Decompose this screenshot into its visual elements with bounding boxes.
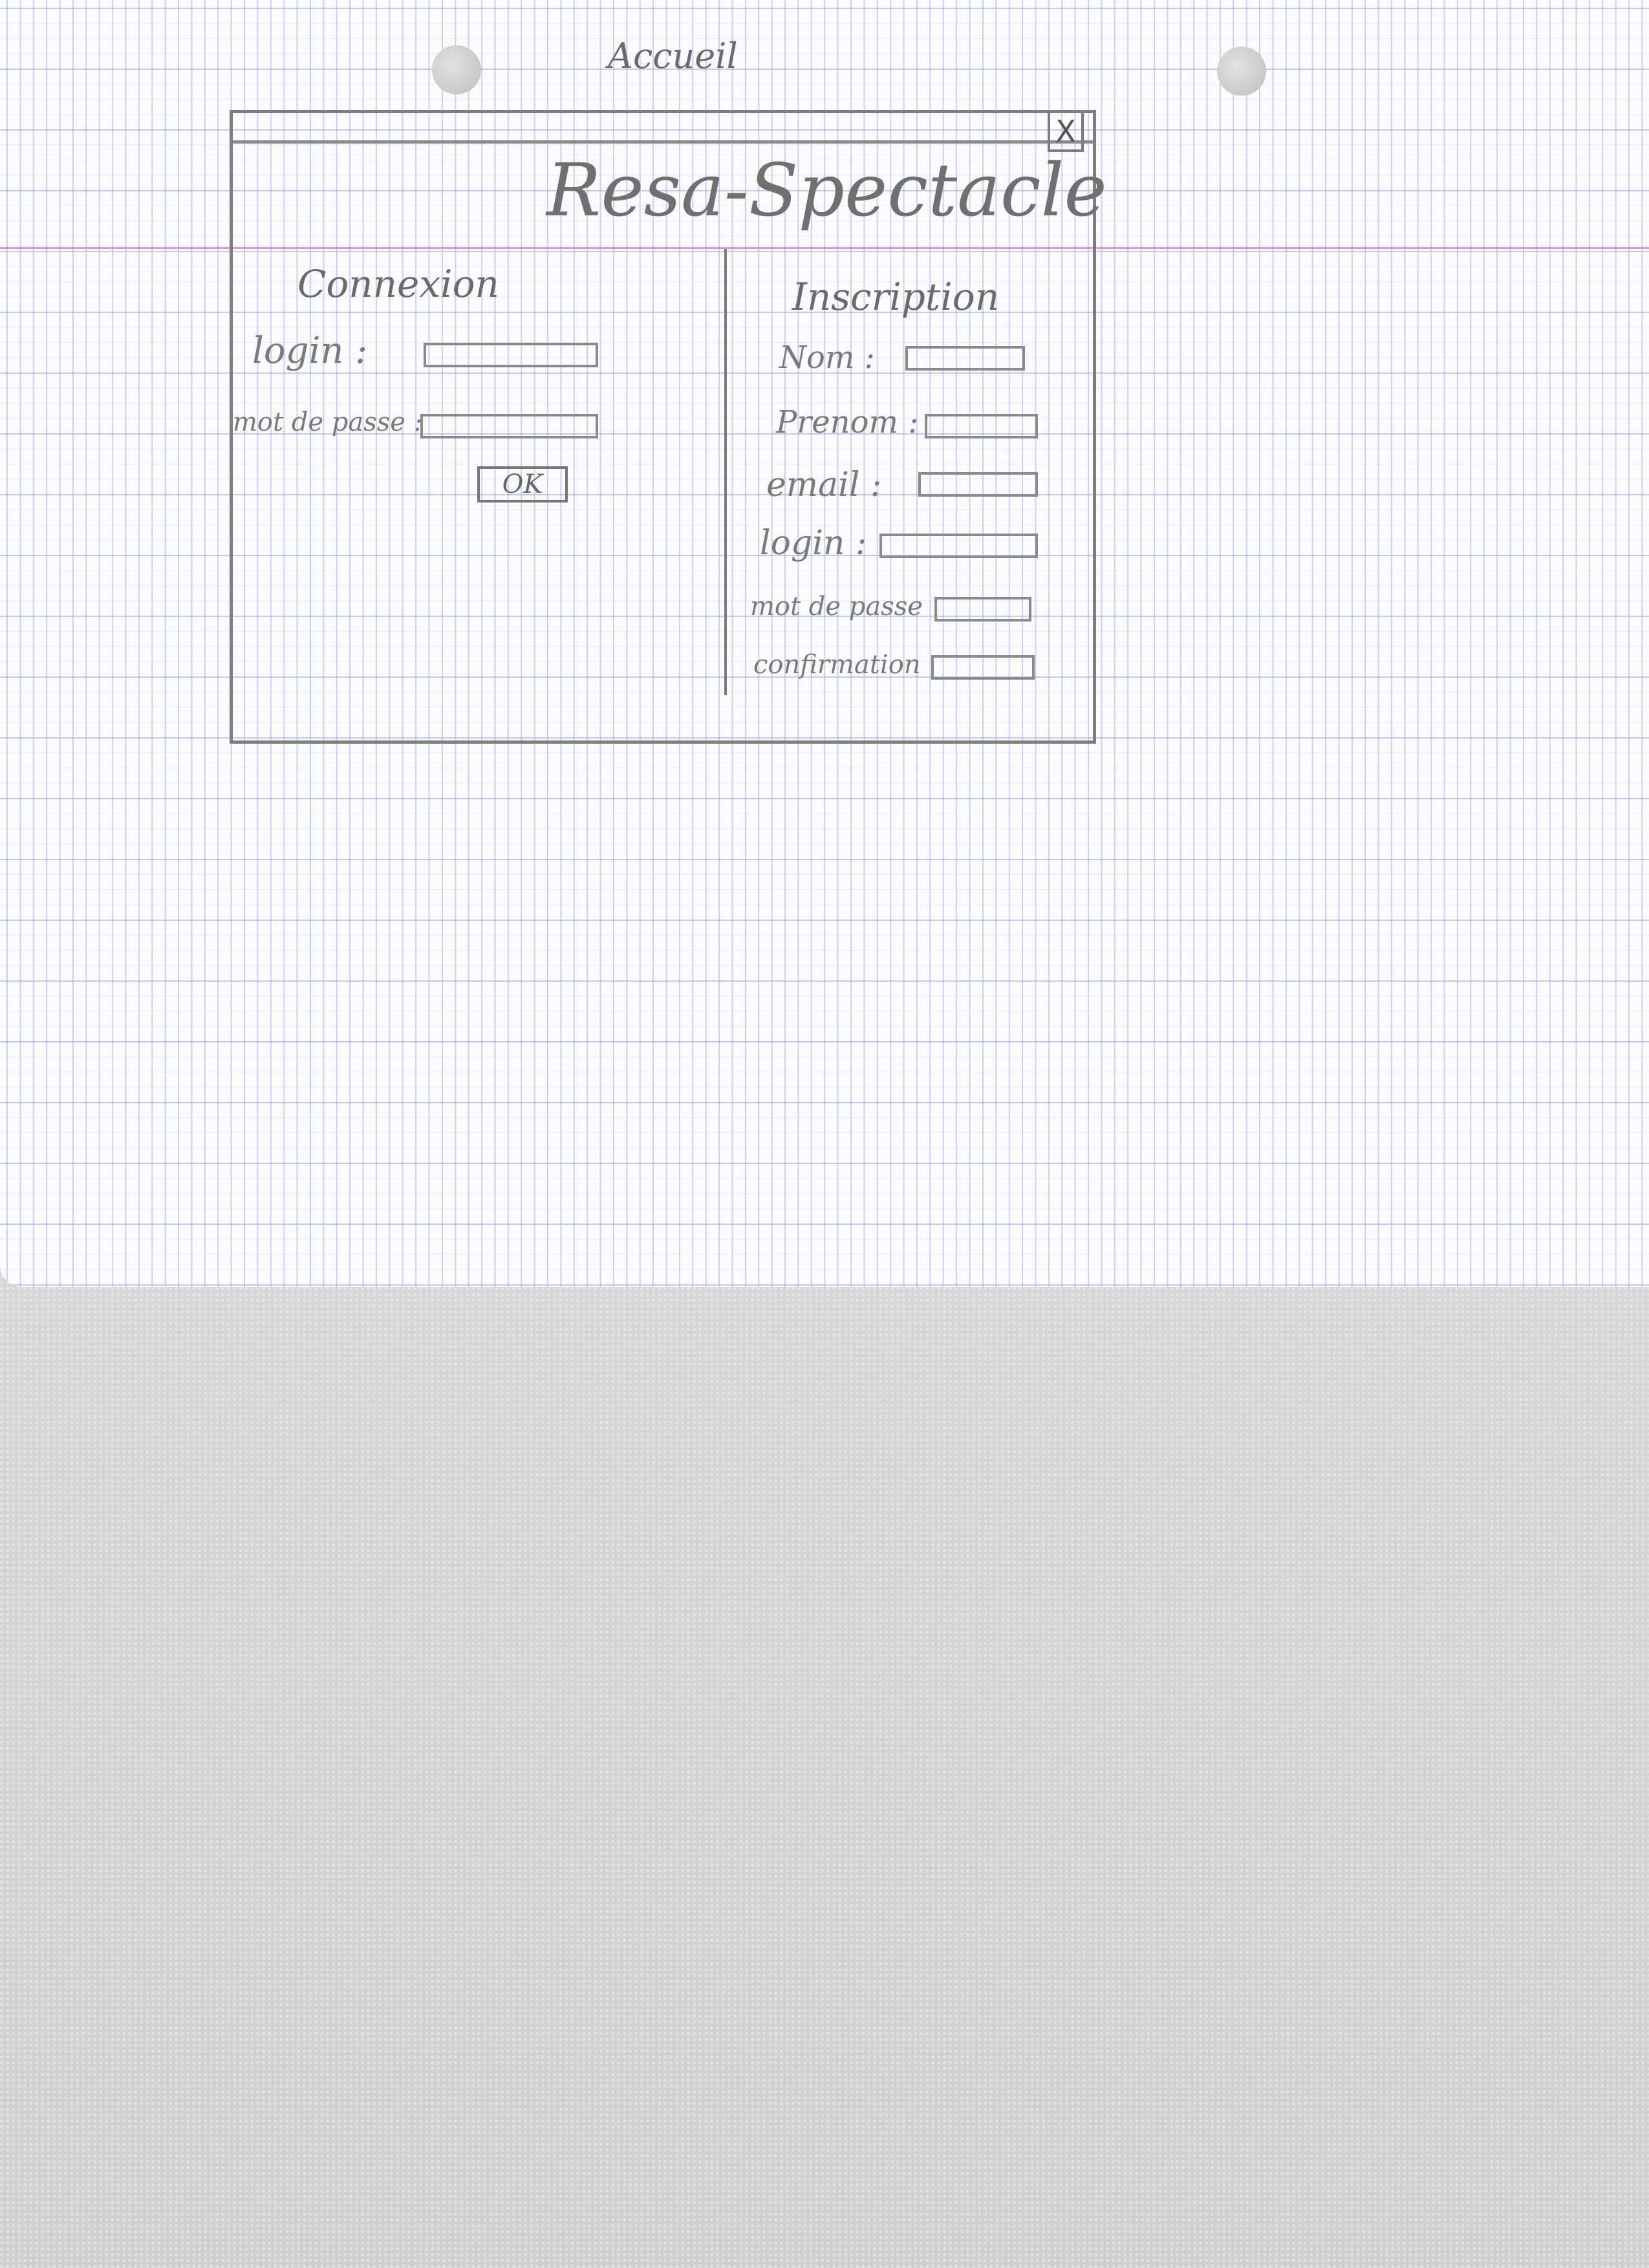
connexion-password-label: mot de passe :	[233, 407, 423, 437]
inscription-nom-label: Nom :	[779, 340, 875, 376]
connexion-login-label: login :	[252, 330, 368, 372]
close-button[interactable]: X	[1048, 113, 1084, 152]
app-title: Resa-Spectacle	[546, 149, 1107, 233]
connexion-title: Connexion	[297, 262, 499, 306]
inscription-prenom-input[interactable]	[925, 414, 1038, 438]
inscription-prenom-label: Prenom :	[776, 404, 919, 440]
inscription-confirmation-label: confirmation	[753, 650, 921, 680]
inscription-password-label: mot de passe	[750, 592, 923, 621]
inscription-password-input[interactable]	[934, 597, 1031, 621]
inscription-nom-input[interactable]	[905, 346, 1025, 371]
inscription-email-label: email :	[766, 466, 882, 504]
app-window: X Resa-Spectacle Connexion login : mot d…	[230, 110, 1107, 744]
inscription-title: Inscription	[792, 275, 1000, 319]
inscription-login-input[interactable]	[879, 534, 1038, 558]
ok-button[interactable]: OK	[477, 466, 568, 502]
title-bar: X	[233, 113, 1093, 152]
connexion-password-input[interactable]	[420, 414, 598, 438]
punch-hole-left	[432, 45, 481, 94]
page-caption: Accueil	[608, 36, 738, 76]
punch-hole-right	[1217, 47, 1266, 96]
inscription-email-input[interactable]	[918, 472, 1038, 497]
inscription-login-label: login :	[760, 524, 867, 563]
section-divider	[724, 249, 727, 695]
paper-sheet: Accueil X Resa-Spectacle Connexion login…	[0, 0, 1649, 1287]
connexion-login-input[interactable]	[424, 343, 598, 367]
inscription-confirmation-input[interactable]	[931, 655, 1035, 680]
